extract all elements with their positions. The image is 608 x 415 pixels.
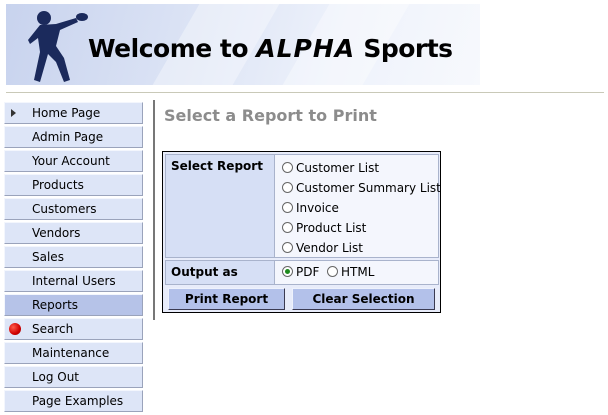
sidebar-item-products[interactable]: Products [4, 174, 143, 196]
sidebar-item-label: Your Account [32, 154, 110, 168]
red-dot-icon [9, 323, 21, 335]
sidebar-divider [153, 100, 155, 320]
output-option-label: PDF [296, 264, 320, 279]
report-option-label: Customer List [296, 160, 380, 175]
print-report-button[interactable]: Print Report [168, 288, 285, 310]
sidebar-item-search[interactable]: Search [4, 318, 143, 340]
output-option-pdf[interactable]: PDF [282, 264, 319, 282]
sidebar-item-label: Internal Users [32, 274, 116, 288]
sidebar-item-label: Vendors [32, 226, 81, 240]
report-option-invoice[interactable]: Invoice [282, 200, 339, 218]
output-as-label: Output as [171, 265, 238, 279]
radio-button[interactable] [282, 162, 293, 173]
radio-button[interactable] [282, 182, 293, 193]
sidebar-item-label: Sales [32, 250, 64, 264]
sidebar-item-label: Reports [32, 298, 79, 312]
report-option-product-list[interactable]: Product List [282, 220, 366, 238]
select-report-label: Select Report [171, 159, 263, 173]
report-option-vendor-list[interactable]: Vendor List [282, 240, 363, 258]
sidebar-item-vendors[interactable]: Vendors [4, 222, 143, 244]
banner-title-prefix: Welcome to [88, 34, 257, 63]
radio-button-selected[interactable] [282, 266, 293, 277]
sidebar-item-label: Customers [32, 202, 97, 216]
banner-title: Welcome to ALPHA Sports [88, 34, 453, 63]
report-option-customer-list[interactable]: Customer List [282, 160, 379, 178]
output-option-label: HTML [341, 264, 375, 279]
output-options-cell: PDF HTML [274, 260, 439, 285]
sidebar-nav: Home Page Admin Page Your Account Produc… [4, 102, 143, 414]
output-option-html[interactable]: HTML [327, 264, 374, 282]
report-form-panel: Select Report Customer List Customer Sum… [162, 151, 441, 313]
output-as-label-cell: Output as [165, 260, 275, 285]
arrow-right-icon [11, 109, 16, 117]
radio-button[interactable] [282, 202, 293, 213]
clear-selection-button[interactable]: Clear Selection [292, 288, 435, 310]
sidebar-item-internal-users[interactable]: Internal Users [4, 270, 143, 292]
sidebar-item-your-account[interactable]: Your Account [4, 150, 143, 172]
discus-thrower-logo [28, 11, 88, 82]
sidebar-item-label: Home Page [32, 106, 101, 120]
report-option-label: Product List [296, 220, 367, 235]
report-option-label: Invoice [296, 200, 339, 215]
sidebar-item-admin-page[interactable]: Admin Page [4, 126, 143, 148]
report-option-customer-summary-list[interactable]: Customer Summary List [282, 180, 441, 198]
sidebar-item-maintenance[interactable]: Maintenance [4, 342, 143, 364]
sidebar-item-reports[interactable]: Reports [4, 294, 143, 316]
sidebar-item-label: Page Examples [32, 394, 124, 408]
sidebar-item-label: Log Out [32, 370, 80, 384]
sidebar-item-label: Maintenance [32, 346, 110, 360]
sidebar-item-page-examples[interactable]: Page Examples [4, 390, 143, 412]
header-banner: Welcome to ALPHA Sports [6, 4, 480, 85]
radio-button[interactable] [282, 242, 293, 253]
sidebar-item-sales[interactable]: Sales [4, 246, 143, 268]
report-option-label: Customer Summary List [296, 180, 441, 195]
header-divider [6, 92, 604, 93]
radio-button[interactable] [327, 266, 338, 277]
select-report-label-cell: Select Report [165, 154, 275, 258]
sidebar-item-label: Products [32, 178, 84, 192]
report-options-cell: Customer List Customer Summary List Invo… [274, 154, 441, 258]
sidebar-item-label: Admin Page [32, 130, 104, 144]
radio-button[interactable] [282, 222, 293, 233]
page-title: Select a Report to Print [164, 106, 377, 125]
sidebar-item-label: Search [32, 322, 74, 336]
banner-brand: ALPHA [256, 34, 356, 63]
banner-title-suffix: Sports [355, 34, 453, 63]
sidebar-item-log-out[interactable]: Log Out [4, 366, 143, 388]
sidebar-item-home-page[interactable]: Home Page [4, 102, 143, 124]
sidebar-item-customers[interactable]: Customers [4, 198, 143, 220]
report-option-label: Vendor List [296, 240, 363, 255]
